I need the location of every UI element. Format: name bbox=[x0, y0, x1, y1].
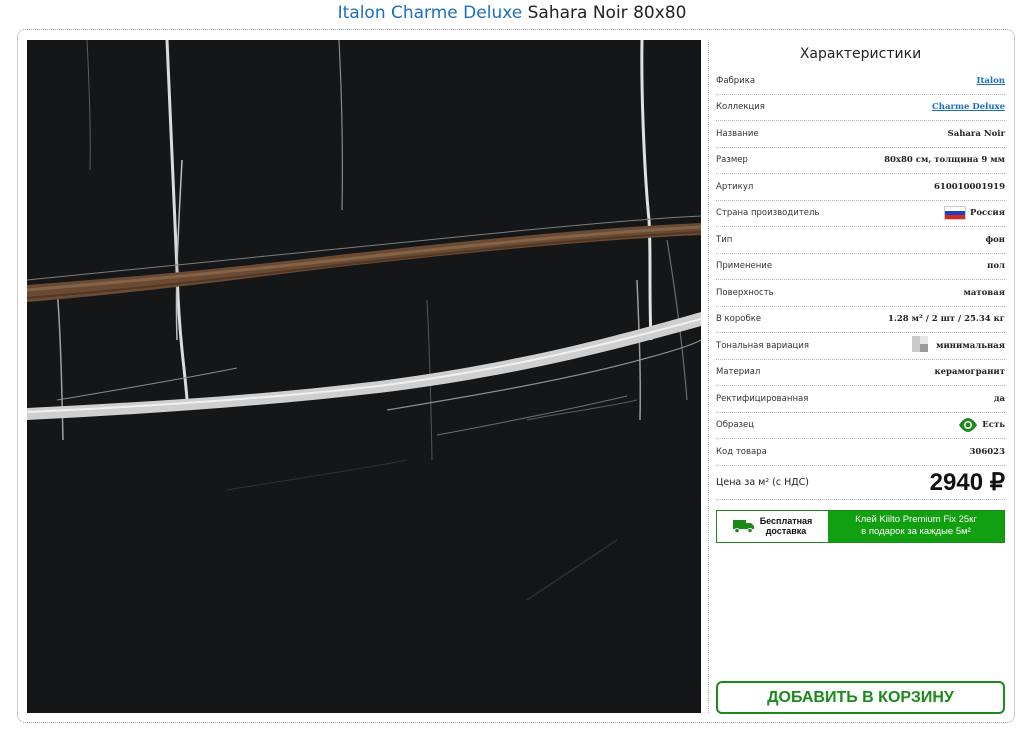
product-name: Sahara Noir 80x80 bbox=[527, 3, 687, 23]
spec-label: Поверхность bbox=[716, 287, 774, 298]
spec-value: 306023 bbox=[969, 446, 1006, 457]
spec-row-factory: Фабрика Italon bbox=[716, 68, 1005, 95]
marble-tile-image bbox=[27, 40, 701, 713]
delivery-line-2: доставка bbox=[765, 526, 807, 536]
spec-value: матовая bbox=[963, 287, 1005, 298]
spec-label: Страна производитель bbox=[716, 208, 820, 219]
price-value: 2940 ₽ bbox=[929, 468, 1005, 496]
spec-value: 1.28 м² / 2 шт / 25.34 кг bbox=[887, 314, 1005, 325]
spec-label: Тип bbox=[716, 234, 733, 245]
price-row: Цена за м² (с НДС) 2940 ₽ bbox=[716, 466, 1005, 500]
gift-offer: Клей Kiilto Premium Fix 25кг в подарок з… bbox=[828, 510, 1004, 542]
gift-line-2: в подарок за каждые 5м² bbox=[861, 526, 971, 537]
spec-value: керамогранит bbox=[934, 367, 1005, 378]
price-label: Цена за м² (с НДС) bbox=[716, 476, 810, 488]
spec-row-tone: Тональная вариация минимальная bbox=[716, 333, 1005, 360]
product-image[interactable] bbox=[27, 40, 701, 713]
spec-row-type: Тип фон bbox=[716, 227, 1005, 254]
spec-label: Материал bbox=[716, 367, 761, 378]
spec-value: пол bbox=[987, 261, 1005, 272]
spec-label: Код товара bbox=[716, 446, 767, 457]
promo-banner[interactable]: Бесплатная доставка Клей Kiilto Premium … bbox=[716, 509, 1005, 543]
spec-label: Название bbox=[716, 128, 759, 139]
specs-panel: Характеристики Фабрика Italon Коллекция … bbox=[716, 40, 1005, 543]
eye-icon bbox=[959, 418, 978, 433]
sample-value: Есть bbox=[982, 420, 1005, 431]
spec-value: Sahara Noir bbox=[947, 128, 1005, 139]
gift-line-1: Клей Kiilto Premium Fix 25кг bbox=[855, 514, 977, 525]
spec-value: фон bbox=[985, 234, 1005, 245]
spec-row-usage: Применение пол bbox=[716, 254, 1005, 280]
spec-row-code: Код товара 306023 bbox=[716, 439, 1005, 466]
spec-label: Размер bbox=[716, 155, 748, 166]
tone-value: минимальная bbox=[936, 340, 1005, 351]
spec-row-box: В коробке 1.28 м² / 2 шт / 25.34 кг bbox=[716, 307, 1005, 333]
spec-label: Применение bbox=[716, 261, 773, 272]
sample-link[interactable]: Есть bbox=[958, 418, 1005, 433]
spec-label: Фабрика bbox=[716, 75, 756, 86]
free-delivery-text: Бесплатная доставка bbox=[760, 516, 813, 536]
spec-row-material: Материал керамогранит bbox=[716, 360, 1005, 386]
spec-row-country: Страна производитель Россия bbox=[716, 201, 1005, 227]
brand-collection-link[interactable]: Italon Charme Deluxe bbox=[338, 3, 523, 23]
factory-link[interactable]: Italon bbox=[977, 76, 1006, 86]
collection-link[interactable]: Charme Deluxe bbox=[932, 102, 1005, 112]
country-name: Россия bbox=[970, 208, 1005, 219]
page-title: Italon Charme Deluxe Sahara Noir 80x80 bbox=[0, 2, 1024, 24]
spec-label: Тональная вариация bbox=[716, 340, 809, 351]
specs-heading: Характеристики bbox=[799, 46, 922, 62]
spec-label: Образец bbox=[716, 420, 755, 431]
spec-value-country: Россия bbox=[944, 206, 1005, 221]
spec-value: 610010001919 bbox=[934, 181, 1005, 192]
spec-row-sample: Образец Есть bbox=[716, 413, 1005, 439]
spec-row-name: Название Sahara Noir bbox=[716, 121, 1005, 148]
spec-row-size: Размер 80x80 см, толщина 9 мм bbox=[716, 148, 1005, 174]
truck-icon bbox=[732, 520, 754, 533]
spec-row-rectified: Ректифицированная да bbox=[716, 386, 1005, 413]
free-delivery-badge: Бесплатная доставка bbox=[717, 510, 828, 542]
spec-label: Артикул bbox=[716, 181, 754, 192]
spec-value-tone: минимальная bbox=[912, 335, 1005, 356]
column-divider bbox=[708, 40, 709, 713]
tone-variation-icon bbox=[912, 335, 932, 356]
russia-flag-icon bbox=[944, 206, 966, 221]
add-to-cart-button[interactable]: ДОБАВИТЬ В КОРЗИНУ bbox=[716, 681, 1005, 714]
spec-row-article: Артикул 610010001919 bbox=[716, 174, 1005, 201]
spec-label: Коллекция bbox=[716, 102, 765, 113]
spec-label: В коробке bbox=[716, 314, 762, 325]
spec-label: Ректифицированная bbox=[716, 393, 809, 404]
spec-value: да bbox=[993, 393, 1005, 404]
spec-value: 80x80 см, толщина 9 мм bbox=[884, 155, 1005, 166]
spec-row-surface: Поверхность матовая bbox=[716, 280, 1005, 307]
spec-row-collection: Коллекция Charme Deluxe bbox=[716, 95, 1005, 121]
delivery-line-1: Бесплатная bbox=[759, 516, 813, 526]
